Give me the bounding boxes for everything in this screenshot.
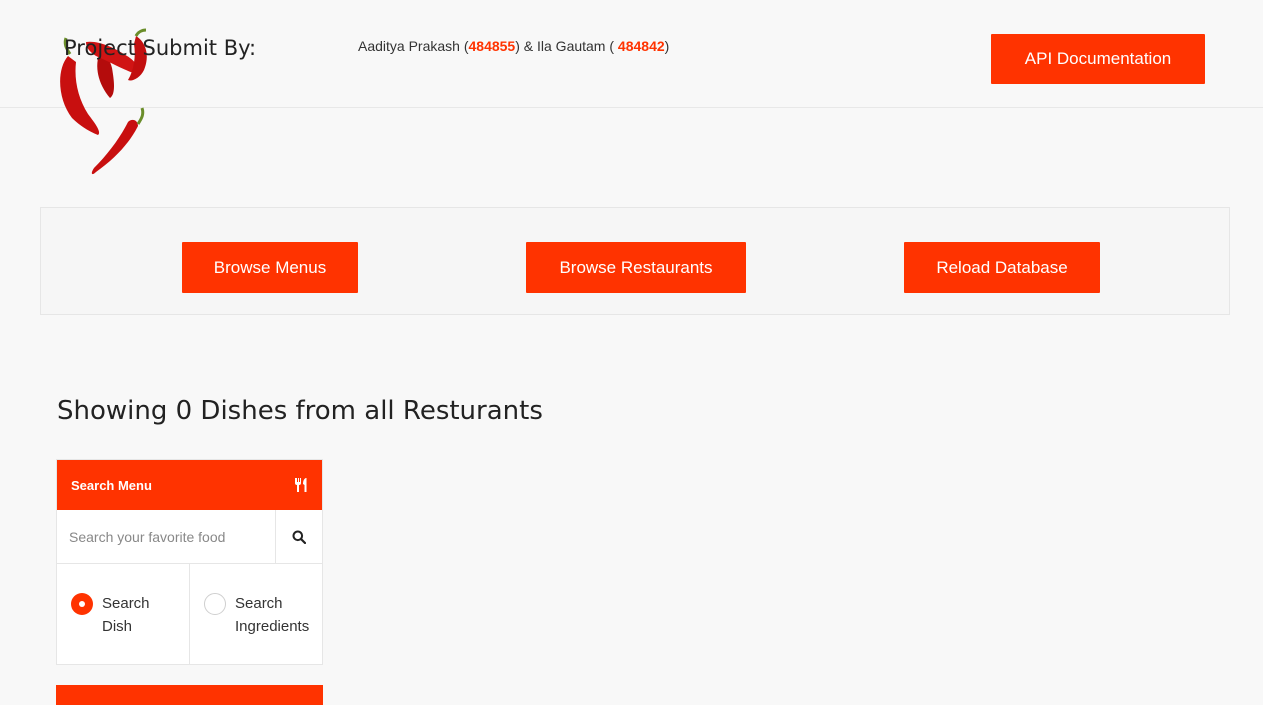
api-documentation-button[interactable]: API Documentation: [991, 34, 1205, 84]
search-dish-label-line1: Search: [102, 595, 150, 612]
author-joiner: ) & Ila Gautam (: [515, 38, 618, 54]
search-ingredients-radio[interactable]: [204, 593, 226, 615]
search-ingredients-label: Search Ingredients: [235, 592, 309, 638]
page-title: Showing 0 Dishes from all Resturants: [57, 396, 543, 426]
search-button[interactable]: [275, 510, 322, 563]
search-ingredients-label-line2: Ingredients: [235, 618, 310, 635]
browse-restaurants-button[interactable]: Browse Restaurants: [526, 242, 746, 293]
author1-id: 484855: [468, 38, 516, 54]
author-closing: ): [664, 38, 670, 54]
fork-knife-icon: [295, 478, 307, 492]
search-dish-option[interactable]: Search Dish: [57, 564, 189, 664]
author-credits: Aaditya Prakash (484855) & Ila Gautam ( …: [358, 38, 669, 54]
search-menu-card: Search Menu Search Dish Search In: [56, 459, 323, 665]
search-dish-label-line2: Dish: [102, 618, 133, 635]
search-icon: [292, 530, 306, 544]
author2-id: 484842: [617, 38, 665, 54]
browse-menus-button[interactable]: Browse Menus: [182, 242, 358, 293]
search-menu-title: Search Menu: [71, 477, 152, 493]
search-menu-header: Search Menu: [57, 460, 322, 510]
search-ingredients-label-line1: Search: [235, 595, 283, 612]
author1-name: Aaditya Prakash (: [358, 38, 469, 54]
search-input[interactable]: [57, 510, 275, 563]
reload-database-button[interactable]: Reload Database: [904, 242, 1100, 293]
search-dish-label: Search Dish: [102, 592, 150, 638]
search-ingredients-option[interactable]: Search Ingredients: [189, 564, 322, 664]
next-card-header: [56, 685, 323, 705]
search-dish-radio[interactable]: [71, 593, 93, 615]
search-row: [57, 510, 322, 564]
search-mode-group: Search Dish Search Ingredients: [57, 564, 322, 664]
project-submit-label: Project Submit By:: [64, 36, 257, 60]
page-header: Project Submit By: Aaditya Prakash (4848…: [0, 0, 1263, 175]
